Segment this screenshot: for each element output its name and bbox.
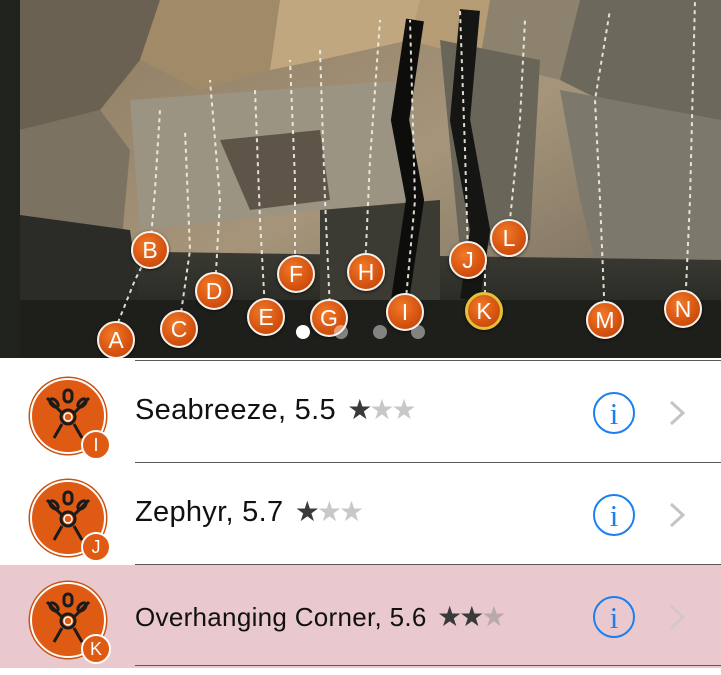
star-icon: ★ [459,601,484,632]
route-marker-j[interactable]: J [449,241,487,279]
route-title: Zephyr, 5.7 ★★★ [135,495,364,529]
page-dot-3[interactable] [372,324,387,339]
route-row-zephyr[interactable]: J Zephyr, 5.7 ★★★ i [0,463,721,566]
info-icon[interactable]: i [593,392,635,434]
chevron-right-icon[interactable] [667,501,689,529]
row-separator [135,665,721,666]
star-rating: ★★★ [347,394,416,425]
page-control[interactable] [0,323,721,339]
star-rating: ★★★ [437,601,506,632]
page-dot-4[interactable] [411,324,426,339]
route-name-grade: Overhanging Corner, 5.6 [135,602,427,632]
route-row-seabreeze[interactable]: I Seabreeze, 5.5 ★★★ i [0,361,721,464]
route-avatar: I [30,378,114,462]
route-list: I Seabreeze, 5.5 ★★★ i J Zephyr, 5.7 ★★★… [0,358,721,675]
route-name-grade: Seabreeze, 5.5 [135,394,336,426]
star-icon: ★ [347,394,372,425]
route-badge: I [81,430,111,460]
info-icon[interactable]: i [593,494,635,536]
star-icon: ★ [338,496,364,527]
topo-photo[interactable]: A B C D E F G H I J K L M N [0,0,721,358]
page-dot-1[interactable] [295,324,310,339]
route-badge: J [81,532,111,562]
chevron-right-icon[interactable] [667,603,689,631]
route-marker-l[interactable]: L [490,219,528,257]
route-badge: K [81,634,111,664]
chevron-right-icon[interactable] [667,399,689,427]
route-title: Overhanging Corner, 5.6 ★★★ [135,600,507,633]
route-name-grade: Zephyr, 5.7 [135,496,284,528]
star-icon: ★ [294,496,320,527]
info-icon[interactable]: i [593,596,635,638]
page-dot-2[interactable] [334,324,349,339]
route-avatar: K [30,582,114,666]
star-icon: ★ [437,601,462,632]
route-avatar: J [30,480,114,564]
route-title: Seabreeze, 5.5 ★★★ [135,393,417,427]
route-marker-h[interactable]: H [347,253,385,291]
route-row-overhanging-corner[interactable]: K Overhanging Corner, 5.6 ★★★ i [0,565,721,668]
star-rating: ★★★ [294,496,364,527]
star-icon: ★ [481,601,506,632]
star-icon: ★ [316,496,342,527]
route-marker-f[interactable]: F [277,255,315,293]
route-marker-d[interactable]: D [195,272,233,310]
route-marker-b[interactable]: B [131,231,169,269]
star-icon: ★ [369,394,394,425]
star-icon: ★ [391,394,416,425]
